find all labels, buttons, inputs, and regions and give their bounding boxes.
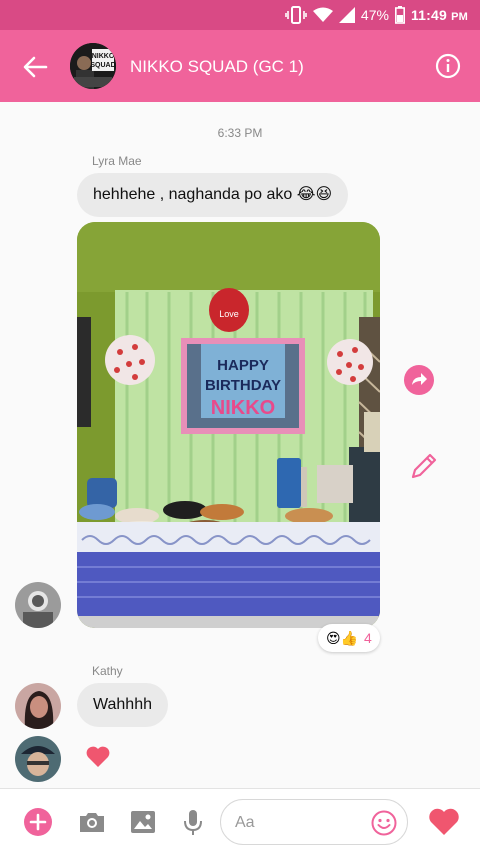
wifi-icon: [312, 7, 333, 22]
battery-percent: 47%: [360, 7, 389, 23]
battery-icon: [394, 6, 405, 24]
message-bubble[interactable]: Wahhhh: [77, 683, 168, 727]
sender-name: Lyra Mae: [92, 154, 142, 168]
conversation-title[interactable]: NIKKO SQUAD (GC 1): [130, 57, 304, 77]
message-timestamp: 6:33 PM: [217, 126, 263, 140]
reaction-count: 4: [364, 630, 372, 646]
composer-bar: [0, 788, 480, 854]
group-avatar-image: NIKKO SQUAD: [70, 43, 116, 89]
avatar-logo-line1: NIKKO: [92, 53, 115, 60]
avatar[interactable]: [15, 683, 61, 729]
back-arrow-icon[interactable]: [20, 52, 50, 82]
group-avatar[interactable]: NIKKO SQUAD: [70, 43, 116, 89]
status-bar: 47% 11:49 PM: [0, 0, 480, 30]
edit-pencil-icon[interactable]: [408, 450, 440, 482]
signal-icon: [338, 7, 355, 23]
photo-message[interactable]: Love HAPPY BIRTHDAY NIKKO: [77, 222, 380, 628]
info-icon[interactable]: [434, 52, 462, 80]
heart-send-icon[interactable]: [428, 807, 460, 837]
avatar-logo-line2: SQUAD: [90, 62, 115, 69]
balloon-text: Love: [219, 309, 239, 319]
chat-thread[interactable]: 6:33 PM Lyra Mae hehhehe , naghanda po a…: [0, 102, 480, 788]
microphone-icon[interactable]: [178, 807, 208, 837]
share-icon[interactable]: [403, 364, 435, 396]
clock-suffix: PM: [451, 11, 468, 23]
clock-time: 11:49: [410, 7, 447, 23]
gallery-icon[interactable]: [128, 807, 158, 837]
party-photo: Love HAPPY BIRTHDAY NIKKO: [77, 222, 380, 628]
emoji-icon[interactable]: [371, 810, 397, 836]
reaction-emojis: 😍👍: [326, 629, 359, 646]
banner-line3: NIKKO: [211, 397, 275, 419]
avatar-image: [15, 736, 61, 782]
message-input[interactable]: [235, 812, 365, 834]
avatar-image: [15, 582, 61, 628]
reaction-summary[interactable]: 😍👍 4: [318, 624, 380, 652]
clock: 11:49 PM: [411, 7, 468, 23]
avatar[interactable]: [15, 582, 61, 628]
vibrate-icon: [285, 6, 307, 24]
banner-line2: BIRTHDAY: [205, 377, 281, 394]
banner-line1: HAPPY: [217, 357, 269, 374]
app-bar: NIKKO SQUAD NIKKO SQUAD (GC 1): [0, 30, 480, 102]
plus-icon[interactable]: [23, 807, 53, 837]
camera-icon[interactable]: [77, 807, 107, 837]
status-icons: 47% 11:49 PM: [285, 6, 468, 24]
avatar-image: [15, 683, 61, 729]
sender-name: Kathy: [92, 664, 123, 678]
message-bubble[interactable]: hehhehe , naghanda po ako 😂😆: [77, 173, 349, 217]
message-input-container[interactable]: [220, 799, 408, 845]
avatar[interactable]: [15, 736, 61, 782]
heart-sticker-icon[interactable]: [85, 745, 111, 769]
